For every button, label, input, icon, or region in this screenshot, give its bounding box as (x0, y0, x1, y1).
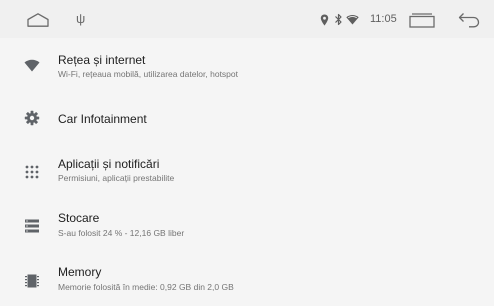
clock: 11:05 (370, 13, 397, 25)
settings-item-title: Rețea și internet (58, 53, 146, 67)
settings-item-storage[interactable]: Stocare S-au folosit 24 % - 12,16 GB lib… (0, 201, 494, 251)
settings-item-title: Car Infotainment (58, 112, 147, 126)
storage-icon (25, 219, 39, 233)
settings-item-subtitle: Wi-Fi, rețeaua mobilă, utilizarea datelo… (58, 69, 239, 79)
recents-icon[interactable] (409, 13, 435, 28)
status-bar: ψ 11:05 (0, 0, 494, 38)
settings-item-subtitle: Memorie folosită în medie: 0,92 GB din 2… (58, 282, 234, 292)
settings-item-title: Aplicații și notificări (58, 157, 160, 171)
settings-item-network[interactable]: Rețea și internet Wi-Fi, rețeaua mobilă,… (0, 44, 494, 94)
settings-item-subtitle: S-au folosit 24 % - 12,16 GB liber (58, 228, 185, 238)
gear-icon (24, 110, 40, 126)
usb-icon: ψ (76, 11, 86, 26)
wifi-icon (24, 59, 40, 72)
back-icon[interactable] (458, 12, 480, 28)
settings-item-title: Memory (58, 265, 102, 279)
wifi-icon (346, 14, 359, 25)
settings-item-apps-notifications[interactable]: Aplicații și notificări Permisiuni, apli… (0, 147, 494, 197)
memory-icon (25, 274, 39, 288)
settings-item-title: Stocare (58, 211, 100, 225)
home-icon[interactable] (27, 13, 49, 27)
bluetooth-icon (335, 13, 342, 26)
settings-item-subtitle: Permisiuni, aplicații prestabilite (58, 173, 175, 183)
settings-item-car-infotainment[interactable]: Car Infotainment (0, 94, 494, 144)
settings-item-memory[interactable]: Memory Memorie folosită în medie: 0,92 G… (0, 256, 494, 306)
location-icon (320, 14, 329, 26)
apps-grid-icon (25, 165, 39, 179)
